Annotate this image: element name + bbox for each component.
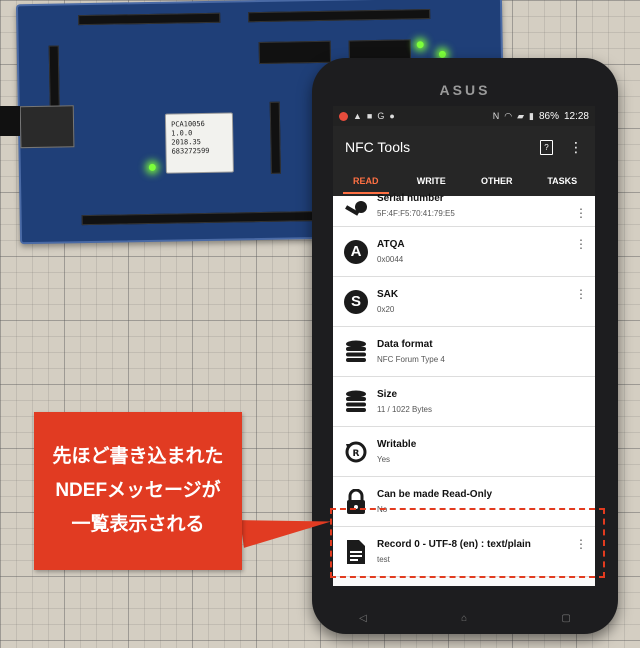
key-icon [343, 198, 369, 224]
recent-key-icon[interactable]: ▢ [561, 613, 570, 624]
callout-line: 先ほど書き込まれた [52, 446, 224, 467]
highlight-box [330, 508, 605, 578]
callout-line: NDEFメッセージが [55, 480, 221, 501]
row-value: Yes [377, 455, 391, 464]
google-icon: G [377, 111, 385, 121]
list-item[interactable]: A ATQA 0x0044 ⋮ [333, 227, 595, 277]
overflow-menu-icon[interactable]: ⋮ [569, 139, 583, 156]
nfc-icon: N [492, 111, 500, 121]
callout-line: 一覧表示される [71, 514, 205, 535]
row-title: Data format [377, 339, 433, 350]
help-book-icon[interactable]: ? [540, 139, 553, 155]
row-value: 11 / 1022 Bytes [377, 405, 432, 414]
database-icon [343, 339, 369, 365]
row-value: NFC Forum Type 4 [377, 355, 445, 364]
led-indicator [148, 163, 156, 171]
list-item[interactable]: Data format NFC Forum Type 4 [333, 327, 595, 377]
row-title: ATQA [377, 239, 405, 250]
notification-icon [339, 111, 348, 121]
hardware-keys: ◁ ⌂ ▢ [312, 613, 618, 624]
more-options-icon[interactable]: ⋮ [573, 287, 589, 301]
row-title: Serial number [377, 192, 444, 204]
usb-port [19, 105, 75, 149]
row-value: 0x0044 [377, 255, 404, 264]
led-indicator [416, 41, 424, 49]
battery-level: 86% [538, 110, 559, 122]
database-icon [343, 389, 369, 415]
row-title: Can be made Read-Only [377, 489, 493, 500]
letter-a-icon: A [344, 239, 368, 264]
row-title: SAK [377, 289, 399, 300]
pin-header [78, 12, 221, 26]
more-options-icon[interactable]: ⋮ [573, 237, 589, 251]
battery-icon: ▮ [529, 110, 534, 121]
app-icon: ● [389, 111, 395, 121]
row-value: 0x20 [377, 305, 395, 314]
list-item[interactable]: Serial number 5F:4F:F5:70:41:79:E5 ⋮ [333, 192, 595, 227]
list-item[interactable]: R Writable Yes [333, 427, 595, 477]
app-title: NFC Tools [345, 139, 411, 155]
more-options-icon[interactable]: ⋮ [573, 206, 589, 220]
pin-header [258, 40, 332, 65]
row-title: Size [377, 389, 398, 400]
list-item[interactable]: Size 11 / 1022 Bytes [333, 377, 595, 427]
pin-header [269, 101, 281, 174]
letter-s-icon: S [344, 289, 368, 314]
app-bar: NFC Tools ? ⋮ [333, 126, 595, 168]
app-icon: ■ [366, 111, 373, 121]
annotation-callout: 先ほど書き込まれた NDEFメッセージが 一覧表示される [34, 412, 242, 570]
module-chip-label: PCA10056 1.0.0 2018.35 683272599 [164, 112, 234, 174]
chip-line: 683272599 [171, 146, 210, 156]
svg-text:R: R [353, 449, 360, 459]
status-bar: ▲ ■ G ● N ◠ ▰ ▮ 86% 12:28 [333, 106, 595, 126]
warning-icon: ▲ [353, 111, 362, 121]
phone-brand: ASUS [439, 82, 491, 98]
led-indicator [438, 50, 446, 58]
signal-icon: ▰ [517, 110, 524, 121]
row-title: Writable [377, 439, 417, 450]
clock: 12:28 [563, 110, 589, 122]
pin-header [48, 45, 60, 108]
home-key-icon[interactable]: ⌂ [461, 613, 467, 624]
pin-header [81, 210, 334, 226]
pin-header [248, 9, 431, 23]
usb-cable [0, 106, 20, 136]
list-item[interactable]: S SAK 0x20 ⋮ [333, 277, 595, 327]
row-value: 5F:4F:F5:70:41:79:E5 [377, 208, 455, 218]
rewrite-icon: R [343, 439, 369, 465]
back-key-icon[interactable]: ◁ [359, 613, 367, 624]
wifi-icon: ◠ [504, 110, 513, 121]
